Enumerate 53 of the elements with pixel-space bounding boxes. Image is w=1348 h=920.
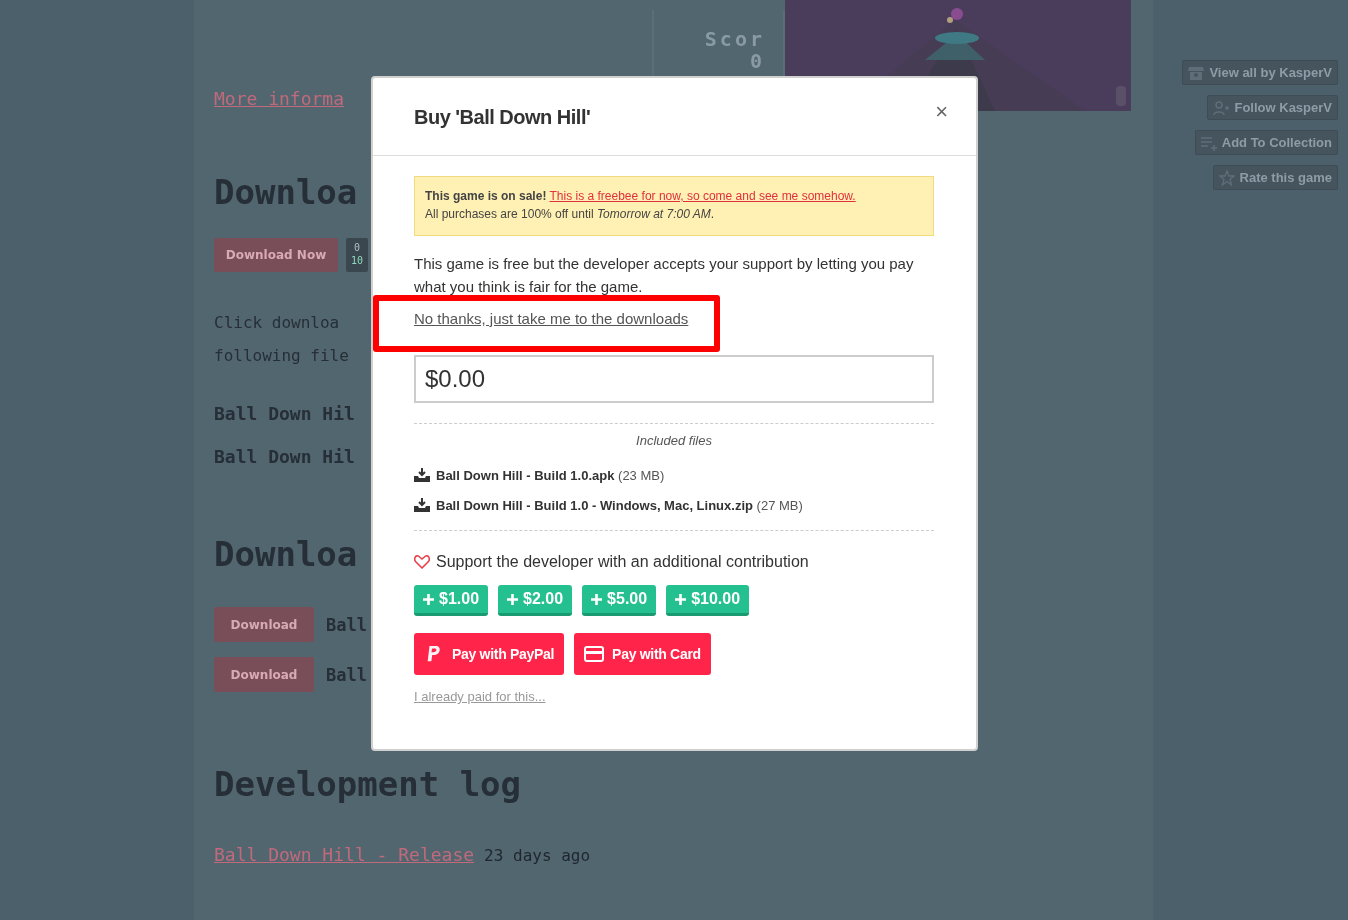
file-name: Ball Down Hil (214, 445, 355, 469)
skip-link[interactable]: No thanks, just take me to the downloads (414, 310, 689, 327)
score-label: Scor (704, 28, 765, 50)
more-info-link[interactable]: More informa (214, 88, 345, 109)
file-name: Ball Down Hill - Build 1.0 - Windows, Mac, Linux.zip (27 MB) (436, 497, 803, 513)
devlog-link[interactable]: Ball Down Hill - Release (214, 844, 475, 865)
file-name: Ball (326, 663, 367, 687)
instruction-text: Click downloa (214, 312, 340, 334)
description-text: This game is free but the developer accepts your support by letting you pay what you think is fair for the game. (414, 254, 914, 297)
heart-icon (414, 555, 430, 569)
tip-button[interactable]: $2.00 (498, 585, 573, 616)
store-button[interactable]: View all by KasperV (1182, 60, 1338, 85)
dialog-title: Buy 'Ball Down Hill' (414, 106, 591, 129)
download-icon (414, 468, 430, 482)
collection-button[interactable]: Add To Collection (1194, 130, 1338, 155)
plus-icon (507, 593, 519, 605)
score-value: 0 (749, 50, 765, 72)
download-now-button[interactable]: Download Now (214, 238, 338, 272)
star-icon (1218, 169, 1235, 186)
section-heading: Development log (214, 764, 522, 804)
instruction-text: following file (214, 345, 349, 367)
store-icon (1188, 64, 1205, 81)
plus-icon (675, 593, 687, 605)
plus-icon (591, 593, 603, 605)
download-icon (414, 498, 430, 512)
files-heading: Included files (635, 433, 713, 448)
sale-detail: All purchases are 100% off until Tomorrow at 7:00 AM. (425, 206, 716, 223)
download-button[interactable]: Download (214, 657, 314, 692)
price-widget-text: 10 (350, 254, 363, 267)
section-heading: Downloa (214, 534, 358, 574)
close-button[interactable]: × (935, 98, 948, 125)
file-name: Ball (326, 613, 367, 637)
tip-button[interactable]: $1.00 (414, 585, 489, 616)
rate-button[interactable]: Rate this game (1212, 165, 1338, 190)
plus-icon (423, 593, 434, 605)
follow-button[interactable]: Follow KasperV (1207, 95, 1338, 120)
sale-link[interactable]: This is a freebee for now, so come and see me somehow. (549, 189, 856, 203)
support-text: Support the developer with an additional contribution (436, 553, 809, 571)
already-paid-link[interactable]: I already paid for this... (414, 689, 546, 704)
price-widget-text: 0 (354, 241, 360, 254)
person-plus-icon (1213, 99, 1230, 116)
card-button[interactable]: Pay with Card (574, 633, 711, 675)
tip-button[interactable]: $5.00 (582, 585, 657, 616)
sale-text: This game is on sale! This is a freebee for now, so come and see me somehow. (425, 188, 857, 205)
section-heading: Downloa (214, 172, 358, 212)
price-field[interactable]: $0.00 (414, 355, 934, 403)
file-name: Ball Down Hill - Build 1.0.apk (23 MB) (436, 467, 665, 483)
file-name: Ball Down Hil (214, 402, 355, 426)
tip-button[interactable]: $10.00 (666, 585, 750, 616)
download-button[interactable]: Download (214, 607, 314, 642)
paypal-button[interactable]: Pay with PayPal (414, 633, 565, 675)
credit-card-icon (584, 645, 605, 663)
post-age: 23 days ago (484, 846, 591, 865)
